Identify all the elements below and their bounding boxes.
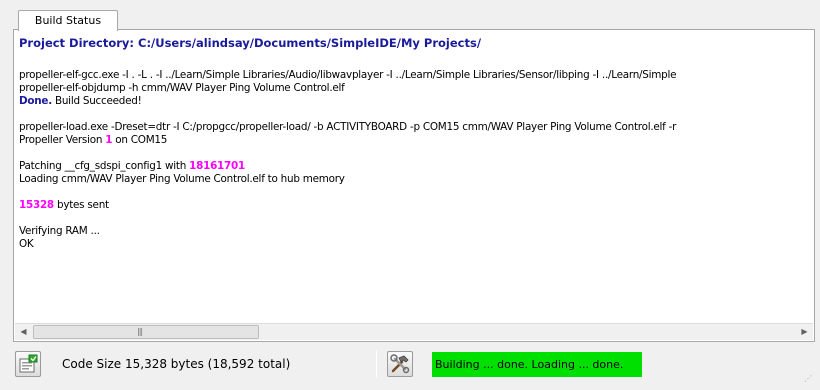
bytes-sent-label: bytes sent bbox=[56, 199, 109, 211]
scroll-right-arrow-icon[interactable]: ▶ bbox=[796, 324, 813, 340]
status-separator bbox=[376, 350, 377, 378]
project-directory-line: Project Directory: C:/Users/alindsay/Doc… bbox=[19, 35, 808, 56]
load-command-line: propeller-load.exe -Dreset=dtr -I C:/pro… bbox=[19, 121, 677, 133]
loading-line: Loading cmm/WAV Player Ping Volume Contr… bbox=[19, 173, 345, 185]
compile-command-line: propeller-elf-gcc.exe -I . -L . -I ../Le… bbox=[19, 69, 677, 81]
propeller-version-line: Propeller Version 1 on COM15 bbox=[19, 134, 808, 147]
tab-build-status[interactable]: Build Status bbox=[18, 10, 118, 31]
objdump-command-line: propeller-elf-objdump -h cmm/WAV Player … bbox=[19, 82, 345, 94]
tab-bar: Build Status bbox=[6, 5, 814, 31]
build-window: Build Status Project Directory: C:/Users… bbox=[4, 3, 816, 386]
ok-line: OK bbox=[19, 238, 34, 250]
patch-value: 18161701 bbox=[189, 160, 245, 172]
done-label: Done. bbox=[19, 95, 52, 107]
project-directory-text: Project Directory: C:/Users/alindsay/Doc… bbox=[19, 36, 482, 50]
build-result-line: Done. Build Succeeded! bbox=[19, 95, 808, 108]
bytes-sent-value: 15328 bbox=[19, 199, 54, 211]
version-prefix: Propeller Version bbox=[19, 134, 103, 146]
size-grip-icon[interactable]: ⋰ bbox=[804, 375, 812, 383]
scroll-left-arrow-icon[interactable]: ◀ bbox=[15, 324, 32, 340]
build-progress-status: Building ... done. Loading ... done. bbox=[432, 352, 642, 377]
patch-prefix: Patching __cfg_sdspi_config1 with bbox=[19, 160, 187, 172]
bytes-sent-line: 15328 bytes sent bbox=[19, 199, 808, 212]
scrollbar-grip-icon: ||| bbox=[137, 327, 143, 336]
verify-line: Verifying RAM ... bbox=[19, 225, 100, 237]
build-result-text: Build Succeeded! bbox=[54, 95, 142, 107]
status-bar: Code Size 15,328 bytes (18,592 total) Bu… bbox=[4, 347, 816, 385]
version-suffix: on COM15 bbox=[115, 134, 168, 146]
horizontal-scrollbar[interactable]: ◀ ||| ▶ bbox=[15, 323, 813, 340]
code-size-button[interactable] bbox=[15, 351, 41, 377]
scrollbar-thumb[interactable]: ||| bbox=[33, 325, 259, 339]
build-button[interactable] bbox=[387, 351, 413, 377]
version-number: 1 bbox=[105, 134, 113, 146]
hammer-wrench-icon bbox=[390, 354, 410, 374]
build-status-pane: Project Directory: C:/Users/alindsay/Doc… bbox=[13, 29, 815, 342]
code-size-label: Code Size 15,328 bytes (18,592 total) bbox=[62, 357, 291, 371]
code-size-icon bbox=[19, 354, 38, 373]
patching-line: Patching __cfg_sdspi_config1 with 181617… bbox=[19, 160, 808, 173]
build-output-console[interactable]: Project Directory: C:/Users/alindsay/Doc… bbox=[19, 35, 808, 323]
